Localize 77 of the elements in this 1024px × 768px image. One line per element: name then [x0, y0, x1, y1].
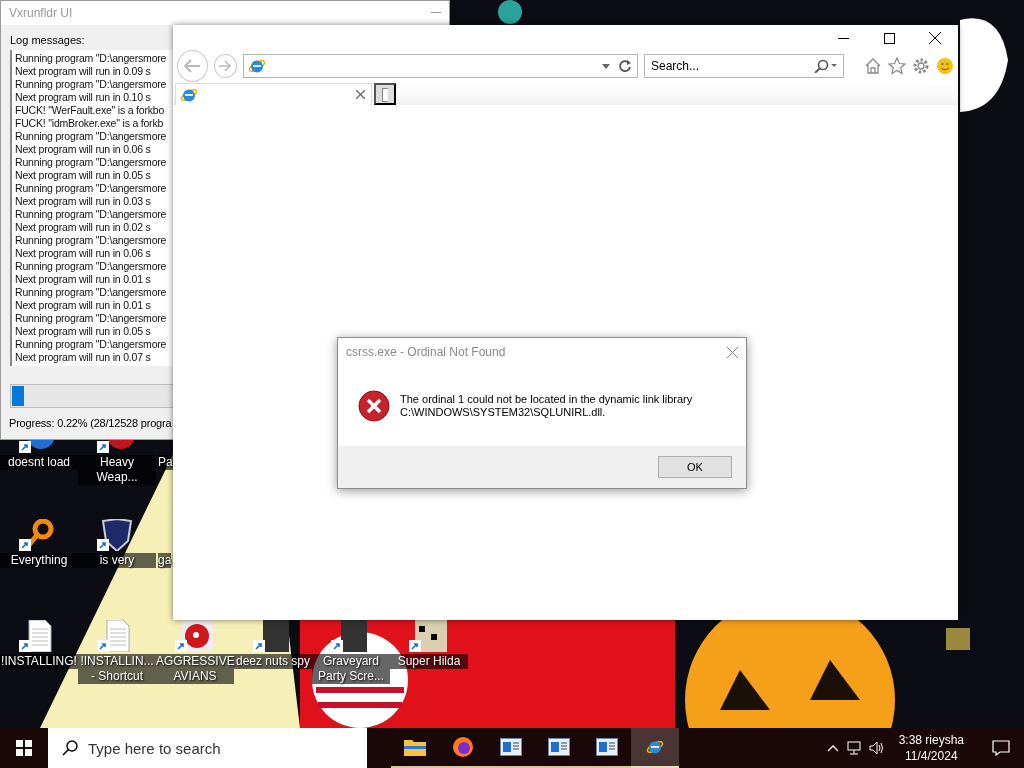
speech-bubble-icon: [992, 740, 1010, 756]
log-line: Running program "D:\angersmore: [15, 182, 167, 195]
refresh-icon[interactable]: [618, 59, 632, 73]
arrow-right-icon: [218, 60, 233, 72]
small-picture-icon: [946, 628, 970, 650]
ok-button[interactable]: OK: [658, 456, 732, 478]
log-line: Next program will run in 0.05 s: [15, 325, 151, 338]
error-message: The ordinal 1 could not be located in the dynamic link library C:\WINDOWS\SYSTEM32\SQLUNIRL.dll.: [400, 393, 693, 419]
globe-e-icon: [646, 738, 664, 756]
globe-e-icon: [248, 57, 266, 75]
log-line: FUCK! "idmBroker.exe" is a forkb: [15, 117, 164, 130]
speaker-icon[interactable]: [868, 741, 885, 755]
log-line: Running program "D:\angersmore: [15, 312, 167, 325]
star-icon[interactable]: [888, 57, 906, 75]
caret-icon[interactable]: [602, 63, 610, 69]
desktop-icon-label[interactable]: Everything: [0, 553, 78, 568]
close-icon[interactable]: [727, 346, 738, 358]
search-field[interactable]: Search...: [644, 54, 844, 78]
window-title: Vxrunfldr UI: [9, 6, 73, 20]
log-line: Next program will run in 0.07 s: [15, 351, 151, 364]
smiley-icon[interactable]: [936, 57, 954, 75]
log-line: Running program "D:\angersmore: [15, 208, 167, 221]
log-line: Next program will run in 0.01 s: [15, 273, 151, 286]
app-window-icon: [596, 738, 618, 756]
new-page-icon: [382, 86, 388, 102]
desktop-icon-label[interactable]: Pa: [158, 455, 173, 470]
log-line: FUCK! "WerFault.exe" is a forkbo: [15, 104, 165, 117]
log-line: Next program will run in 0.09 s: [15, 65, 151, 78]
settings-icon[interactable]: [912, 57, 930, 75]
app-window-icon: [500, 738, 522, 756]
desktop-icon-label[interactable]: Graveyard Party Scre...: [312, 654, 390, 684]
desktop-icon-label[interactable]: is very: [78, 553, 156, 568]
network-icon[interactable]: [846, 741, 863, 755]
close-icon: [929, 32, 941, 44]
search-icon: [62, 740, 78, 756]
log-line: Running program "D:\angersmore: [15, 156, 167, 169]
caret-up-icon: [826, 744, 839, 752]
log-line: Next program will run in 0.10 s: [15, 91, 151, 104]
browser-tab[interactable]: [175, 83, 372, 105]
log-line: Next program will run in 0.05 s: [15, 169, 151, 182]
log-line: Next program will run in 0.06 s: [15, 247, 151, 260]
desktop-icon-label[interactable]: doesnt load: [0, 455, 78, 470]
log-label: Log messages:: [10, 34, 86, 46]
desktop-icon-label[interactable]: Super Hilda: [390, 654, 468, 669]
dialog-title: csrss.exe - Ordinal Not Found: [346, 345, 506, 359]
log-line: Next program will run in 0.03 s: [15, 195, 151, 208]
taskbar-app-button[interactable]: [631, 728, 679, 768]
desktop-icon-label[interactable]: !INSTALLING!: [0, 654, 78, 669]
maximize-icon: [883, 32, 895, 44]
log-line: Next program will run in 0.06 s: [15, 143, 151, 156]
log-line: Running program "D:\angersmore: [15, 52, 167, 65]
app-window-icon: [548, 738, 570, 756]
log-line: Running program "D:\angersmore: [15, 234, 167, 247]
desktop-icon-label[interactable]: AGGRESSIVE AVIANS: [156, 654, 234, 684]
clock[interactable]: 3:38 rieysha 11/4/2024: [890, 732, 972, 764]
desktop-icon-label[interactable]: deez nuts spy: [234, 654, 312, 669]
arrow-left-icon: [183, 59, 202, 73]
home-icon[interactable]: [864, 57, 882, 75]
log-line: Running program "D:\angersmore: [15, 130, 167, 143]
desktop-icon-label[interactable]: Heavy Weap...: [78, 455, 156, 485]
new-tab-button[interactable]: [374, 83, 396, 105]
taskbar-search-field[interactable]: Type here to search: [48, 728, 367, 768]
progress-text: Progress: 0.22% (28/12528 progra: [9, 417, 173, 429]
log-line: Running program "D:\angersmore: [15, 260, 167, 273]
log-line: Running program "D:\angersmore: [15, 338, 167, 351]
log-line: Next program will run in 0.02 s: [15, 221, 151, 234]
close-icon[interactable]: [356, 90, 365, 99]
log-line: Next program will run in 0.01 s: [15, 299, 151, 312]
search-icon[interactable]: [814, 59, 838, 73]
minimize-icon[interactable]: [431, 12, 441, 14]
windows-logo-icon: [16, 740, 32, 756]
log-line: Running program "D:\angersmore: [15, 286, 167, 299]
log-line: Running program "D:\angersmore: [15, 78, 167, 91]
desktop-icon-label[interactable]: !INSTALLIN... - Shortcut: [78, 654, 156, 684]
folder-icon: [403, 737, 427, 757]
error-icon: [358, 390, 390, 422]
minimize-icon: [837, 37, 849, 39]
